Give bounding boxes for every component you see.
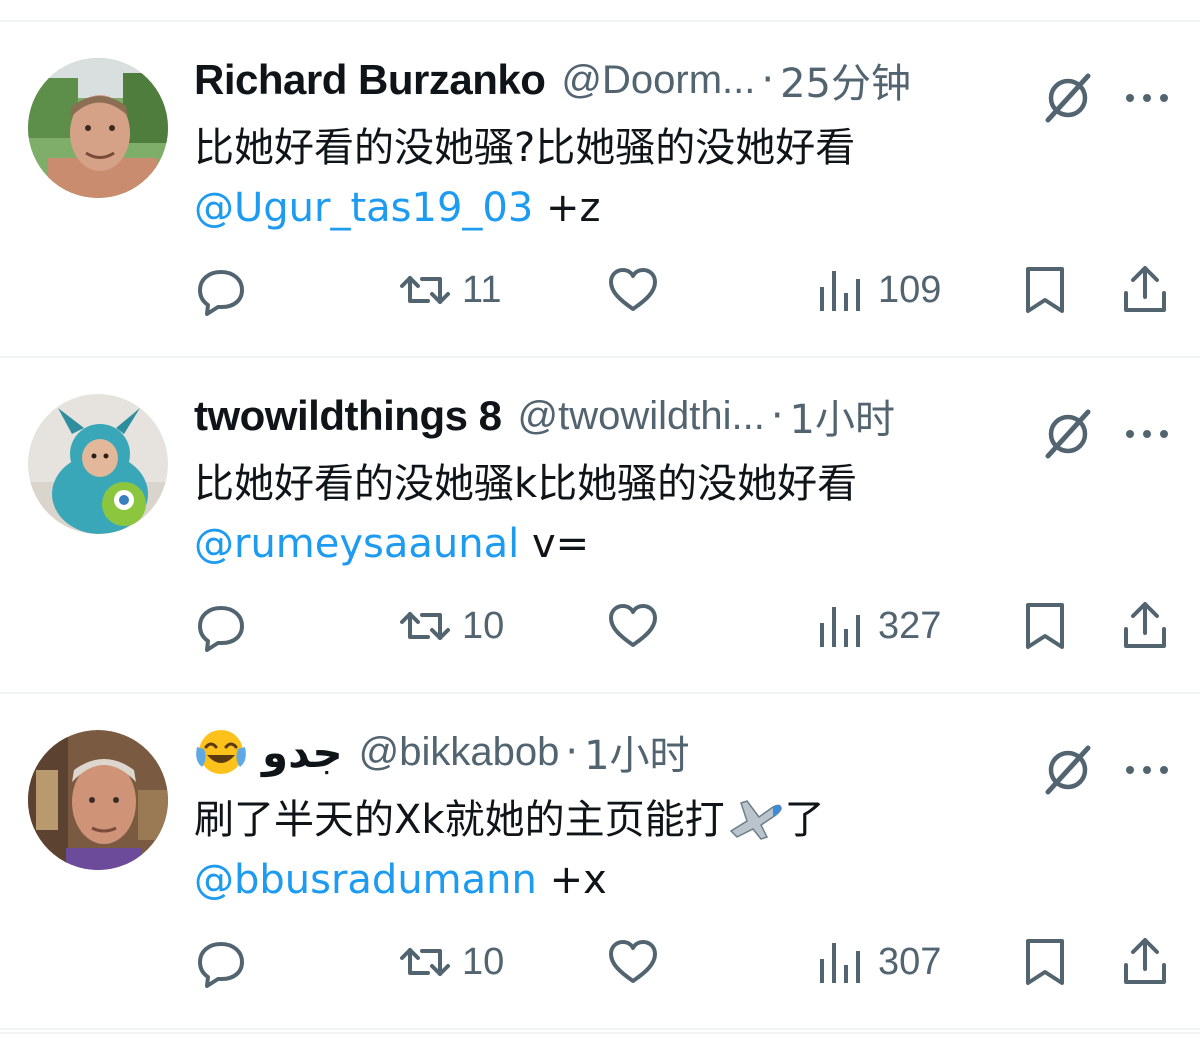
user-handle[interactable]: @Doorm...	[561, 58, 755, 103]
reply-button[interactable]	[194, 260, 248, 320]
grok-icon[interactable]	[1040, 742, 1096, 798]
tweet-actions: 10 327	[0, 596, 1200, 656]
tweet-text-segment: 刷了半天的Xk就她的主页能打	[194, 797, 725, 843]
separator-dot: ·	[761, 57, 775, 103]
avatar[interactable]	[28, 730, 168, 870]
views-chart-icon	[820, 943, 860, 983]
retweet-icon	[400, 948, 450, 976]
tweet-text: 比她好看的没她骚?比她骚的没她好看 @Ugur_tas19_03 +z	[194, 118, 855, 238]
tweet-text-segment: 了	[784, 797, 825, 843]
tweet[interactable]: جدو @bikkabob · 1小时 刷了半天的Xk就她的主页能打 了 @bb…	[0, 694, 1200, 1030]
retweet-button[interactable]: 10	[398, 596, 504, 656]
share-icon	[1124, 602, 1166, 648]
view-count: 109	[878, 268, 942, 311]
tweet-header: جدو @bikkabob · 1小时	[194, 724, 690, 780]
mention-link[interactable]: @Ugur_tas19_03	[194, 185, 533, 231]
like-button[interactable]	[606, 260, 660, 320]
share-icon	[1124, 266, 1166, 312]
reply-button[interactable]	[194, 932, 248, 992]
retweet-button[interactable]: 11	[398, 260, 501, 320]
tweet-text-line: 刷了半天的Xk就她的主页能打 了	[194, 790, 825, 850]
like-button[interactable]	[606, 932, 660, 992]
avatar[interactable]	[28, 58, 168, 198]
grok-icon[interactable]	[1040, 70, 1096, 126]
views-chart-icon	[820, 271, 860, 311]
mention-suffix: +x	[536, 857, 607, 903]
reply-icon	[198, 606, 244, 652]
timestamp[interactable]: 25分钟	[780, 51, 911, 109]
views-chart-icon	[820, 607, 860, 647]
mention-link[interactable]: @bbusradumann	[194, 857, 537, 903]
display-name[interactable]: Richard Burzanko	[194, 56, 546, 104]
timestamp[interactable]: 1小时	[584, 723, 689, 781]
bookmark-button[interactable]	[1018, 260, 1072, 320]
tweet-actions: 10 307	[0, 932, 1200, 992]
display-name[interactable]: twowildthings 8	[194, 392, 502, 440]
bookmark-button[interactable]	[1018, 932, 1072, 992]
retweet-button[interactable]: 10	[398, 932, 504, 992]
more-dots-icon[interactable]	[1122, 88, 1172, 108]
views-button[interactable]: 307	[814, 932, 941, 992]
retweet-icon	[400, 276, 450, 304]
heart-icon	[609, 940, 657, 983]
mention-suffix: +z	[533, 185, 601, 231]
tweet-header: Richard Burzanko @Doorm... · 25分钟	[194, 52, 911, 108]
tweet-text-line: 比她好看的没她骚?比她骚的没她好看	[194, 125, 856, 171]
view-count: 307	[878, 940, 942, 983]
reply-icon	[198, 270, 244, 316]
bookmark-icon	[1026, 267, 1064, 313]
reply-feed: Richard Burzanko @Doorm... · 25分钟 比她好看的没…	[0, 22, 1200, 1030]
tweet-text-line: @Ugur_tas19_03 +z	[194, 178, 855, 238]
share-button[interactable]	[1118, 596, 1172, 656]
tears-of-joy-emoji-icon	[196, 730, 246, 774]
more-dots-icon[interactable]	[1122, 424, 1172, 444]
retweet-count: 11	[462, 268, 502, 311]
tweet-text: 刷了半天的Xk就她的主页能打 了 @bbusradumann +x	[194, 790, 825, 910]
more-dots-icon[interactable]	[1122, 760, 1172, 780]
tweet-header: twowildthings 8 @twowildthi... · 1小时	[194, 388, 895, 444]
tweet-text-line: @bbusradumann +x	[194, 850, 825, 910]
reply-button[interactable]	[194, 596, 248, 656]
tweet-text-line: 比她好看的没她骚k比她骚的没她好看	[194, 461, 858, 507]
separator-dot: ·	[565, 729, 579, 775]
airplane-emoji-icon	[729, 800, 782, 840]
bookmark-icon	[1026, 939, 1064, 985]
retweet-icon	[400, 612, 450, 640]
retweet-count: 10	[462, 940, 505, 983]
bookmark-button[interactable]	[1018, 596, 1072, 656]
timestamp[interactable]: 1小时	[790, 387, 895, 445]
heart-icon	[609, 604, 657, 647]
tweet-actions: 11 109	[0, 260, 1200, 320]
view-count: 327	[878, 604, 942, 647]
user-handle[interactable]: @bikkabob	[359, 730, 560, 775]
share-icon	[1124, 938, 1166, 984]
bottom-divider	[0, 1032, 1200, 1034]
avatar[interactable]	[28, 394, 168, 534]
mention-suffix: v=	[519, 521, 590, 567]
tweet-text-line: @rumeysaaunal v=	[194, 514, 857, 574]
bookmark-icon	[1026, 603, 1064, 649]
grok-icon[interactable]	[1040, 406, 1096, 462]
reply-icon	[198, 942, 244, 988]
views-button[interactable]: 109	[814, 260, 941, 320]
views-button[interactable]: 327	[814, 596, 941, 656]
user-handle[interactable]: @twowildthi...	[517, 394, 764, 439]
share-button[interactable]	[1118, 932, 1172, 992]
mention-link[interactable]: @rumeysaaunal	[194, 521, 519, 567]
share-button[interactable]	[1118, 260, 1172, 320]
separator-dot: ·	[770, 393, 784, 439]
heart-icon	[609, 268, 657, 311]
tweet-text: 比她好看的没她骚k比她骚的没她好看 @rumeysaaunal v=	[194, 454, 857, 574]
tweet[interactable]: twowildthings 8 @twowildthi... · 1小时 比她好…	[0, 358, 1200, 694]
display-name[interactable]: جدو	[262, 728, 343, 777]
retweet-count: 10	[462, 604, 505, 647]
like-button[interactable]	[606, 596, 660, 656]
tweet[interactable]: Richard Burzanko @Doorm... · 25分钟 比她好看的没…	[0, 22, 1200, 358]
